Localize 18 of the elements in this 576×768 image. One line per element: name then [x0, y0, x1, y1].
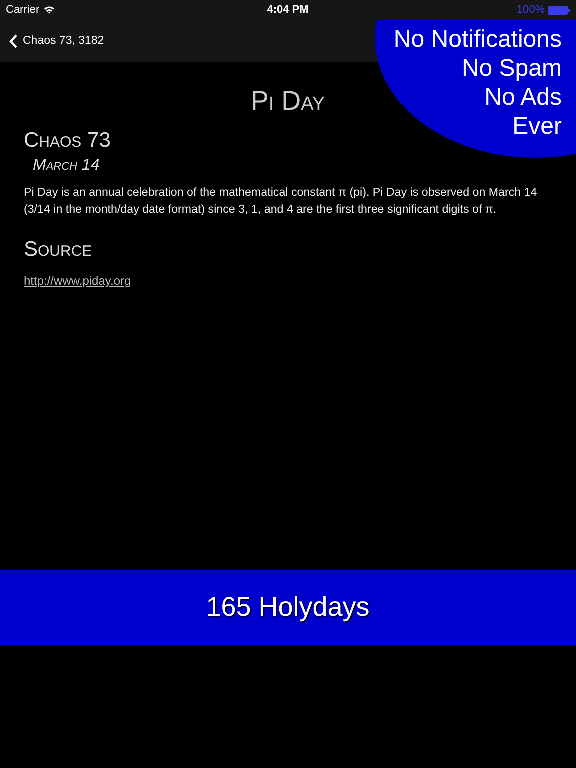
- calendar-name: Chaos 73: [24, 129, 112, 153]
- wifi-icon: [44, 6, 55, 14]
- promo-line: No Ads: [484, 83, 562, 112]
- source-heading: Source: [24, 238, 94, 262]
- holidays-count: 165 Holydays: [206, 592, 370, 623]
- carrier-name: Carrier: [6, 4, 40, 16]
- promo-line: No Spam: [462, 54, 562, 83]
- battery-percent: 100%: [516, 4, 545, 16]
- holiday-description: Pi Day is an annual celebration of the mathematical constant π (pi). Pi Day is observed on March 14 (3/14 in the month/day date format) since 3, 1, and 4 are the first three significant digits of π.: [24, 185, 538, 218]
- holiday-title: Pi Day: [250, 86, 326, 117]
- promo-line: Ever: [512, 112, 562, 141]
- back-button[interactable]: Chaos 73, 3182: [9, 34, 104, 48]
- clock-time: 4:04 PM: [267, 4, 309, 16]
- back-chevron-icon[interactable]: [9, 34, 18, 48]
- promo-line: No Notifications: [394, 25, 562, 54]
- source-link[interactable]: http://www.piday.org: [24, 274, 132, 288]
- holiday-date: March 14: [33, 157, 101, 175]
- battery-icon: [548, 6, 570, 14]
